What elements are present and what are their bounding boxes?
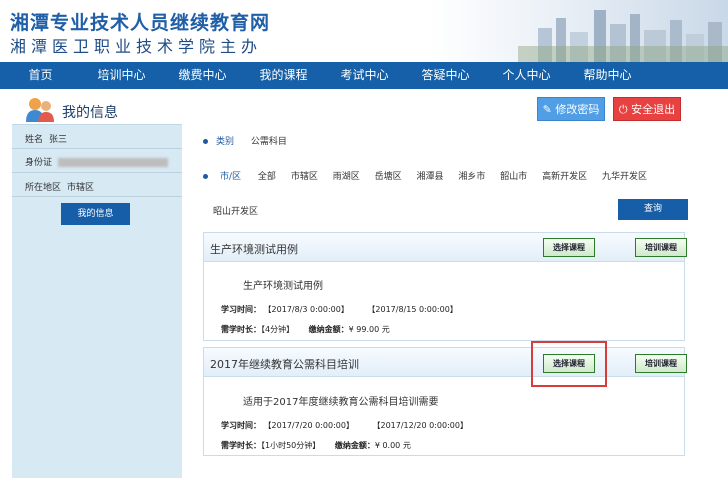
region-label: 所在地区 xyxy=(25,183,62,193)
people-icon xyxy=(26,98,54,122)
city-option[interactable]: 韶山市 xyxy=(500,172,527,182)
fee-value: ¥ 99.00 元 xyxy=(348,325,390,334)
city-option[interactable]: 湘潭县 xyxy=(416,172,443,182)
nav-help-center[interactable]: 帮助中心 xyxy=(567,62,648,89)
power-icon: ⏻ xyxy=(618,103,632,116)
site-title: 湘潭专业技术人员继续教育网 xyxy=(10,12,271,34)
change-password-button[interactable]: ✎ 修改密码 xyxy=(537,97,605,121)
nav-home[interactable]: 首页 xyxy=(0,62,81,89)
course-duration-fee: 需学时长：【4分钟】 缴纳金额：¥ 99.00 元 xyxy=(221,324,390,335)
logout-button[interactable]: ⏻ 安全退出 xyxy=(613,97,681,121)
id-value-redacted xyxy=(58,158,169,167)
course-description: 适用于2017年度继续教育公需科目培训需要 xyxy=(243,397,439,408)
city-option[interactable]: 岳塘区 xyxy=(375,172,402,182)
change-password-label: 修改密码 xyxy=(555,103,600,116)
duration-value: 【1小时50分钟】 xyxy=(261,441,321,450)
site-header: 湘潭专业技术人员继续教育网 湘潭医卫职业技术学院主办 xyxy=(0,0,728,62)
study-time-label: 学习时间： xyxy=(221,421,261,430)
course-study-time: 学习时间： 【2017/8/3 0:00:00】 【2017/8/15 0:00… xyxy=(221,304,458,315)
category-value[interactable]: 公需科目 xyxy=(251,137,287,147)
study-end: 【2017/12/20 0:00:00】 xyxy=(372,421,469,430)
study-start: 【2017/8/3 0:00:00】 xyxy=(263,305,349,314)
fee-label: 缴纳金额： xyxy=(308,325,349,334)
edit-icon: ✎ xyxy=(542,103,556,116)
study-time-label: 学习时间： xyxy=(221,305,261,314)
train-course-button[interactable]: 培训课程 xyxy=(635,238,687,257)
city-skyline-banner xyxy=(428,0,728,62)
region-value: 市辖区 xyxy=(67,183,95,193)
nav-training-center[interactable]: 培训中心 xyxy=(81,62,162,89)
city-option[interactable]: 市辖区 xyxy=(291,172,318,182)
study-start: 【2017/7/20 0:00:00】 xyxy=(263,421,354,430)
highlight-box xyxy=(531,341,607,387)
course-study-time: 学习时间： 【2017/7/20 0:00:00】 【2017/12/20 0:… xyxy=(221,420,468,431)
divider xyxy=(12,196,182,197)
city-option[interactable]: 高新开发区 xyxy=(542,172,587,182)
nav-personal-center[interactable]: 个人中心 xyxy=(486,62,567,89)
profile-name-row: 姓名 张三 xyxy=(25,132,67,145)
profile-region-row: 所在地区 市辖区 xyxy=(25,180,94,193)
nav-my-courses[interactable]: 我的课程 xyxy=(243,62,324,89)
duration-value: 【4分钟】 xyxy=(261,325,295,334)
city-option[interactable]: 雨湖区 xyxy=(333,172,360,182)
select-course-button[interactable]: 选择课程 xyxy=(543,238,595,257)
category-filter: 类别 公需科目 xyxy=(203,134,287,147)
profile-id-row: 身份证 xyxy=(25,155,169,168)
course-card-header: 生产环境测试用例 xyxy=(204,233,684,262)
study-end: 【2017/8/15 0:00:00】 xyxy=(367,305,458,314)
fee-label: 缴纳金额： xyxy=(334,441,375,450)
bullet-icon xyxy=(203,174,208,179)
fee-value: ¥ 0.00 元 xyxy=(374,441,411,450)
divider xyxy=(12,148,182,149)
city-option[interactable]: 九华开发区 xyxy=(602,172,647,182)
city-option[interactable]: 湘乡市 xyxy=(458,172,485,182)
query-button[interactable]: 查询 xyxy=(618,199,688,220)
duration-label: 需学时长： xyxy=(221,325,261,334)
course-description: 生产环境测试用例 xyxy=(243,281,323,292)
train-course-button[interactable]: 培训课程 xyxy=(635,354,687,373)
site-subtitle: 湘潭医卫职业技术学院主办 xyxy=(10,37,263,56)
main-nav: 首页 培训中心 缴费中心 我的课程 考试中心 答疑中心 个人中心 帮助中心 xyxy=(0,62,728,89)
profile-sidebar xyxy=(12,124,182,478)
course-title: 2017年继续教育公需科目培训 xyxy=(210,358,359,371)
course-title: 生产环境测试用例 xyxy=(210,243,298,256)
id-label: 身份证 xyxy=(25,158,53,168)
name-value: 张三 xyxy=(49,135,68,145)
name-label: 姓名 xyxy=(25,135,44,145)
category-label: 类别 xyxy=(216,137,235,147)
duration-label: 需学时长： xyxy=(221,441,261,450)
course-card-header: 2017年继续教育公需科目培训 xyxy=(204,348,684,377)
nav-exam-center[interactable]: 考试中心 xyxy=(324,62,405,89)
my-info-button[interactable]: 我的信息 xyxy=(61,203,130,225)
nav-qa-center[interactable]: 答疑中心 xyxy=(405,62,486,89)
bullet-icon xyxy=(203,139,208,144)
divider xyxy=(12,172,182,173)
page-title: 我的信息 xyxy=(62,105,118,121)
city-label: 市/区 xyxy=(220,172,242,182)
logout-label: 安全退出 xyxy=(631,103,676,116)
course-duration-fee: 需学时长：【1小时50分钟】 缴纳金额：¥ 0.00 元 xyxy=(221,440,411,451)
city-option[interactable]: 全部 xyxy=(258,172,276,182)
city-filter: 市/区 全部 市辖区 雨湖区 岳塘区 湘潭县 湘乡市 韶山市 高新开发区 九华开… xyxy=(203,169,659,182)
nav-payment-center[interactable]: 缴费中心 xyxy=(162,62,243,89)
city-option[interactable]: 昭山开发区 xyxy=(213,204,258,217)
